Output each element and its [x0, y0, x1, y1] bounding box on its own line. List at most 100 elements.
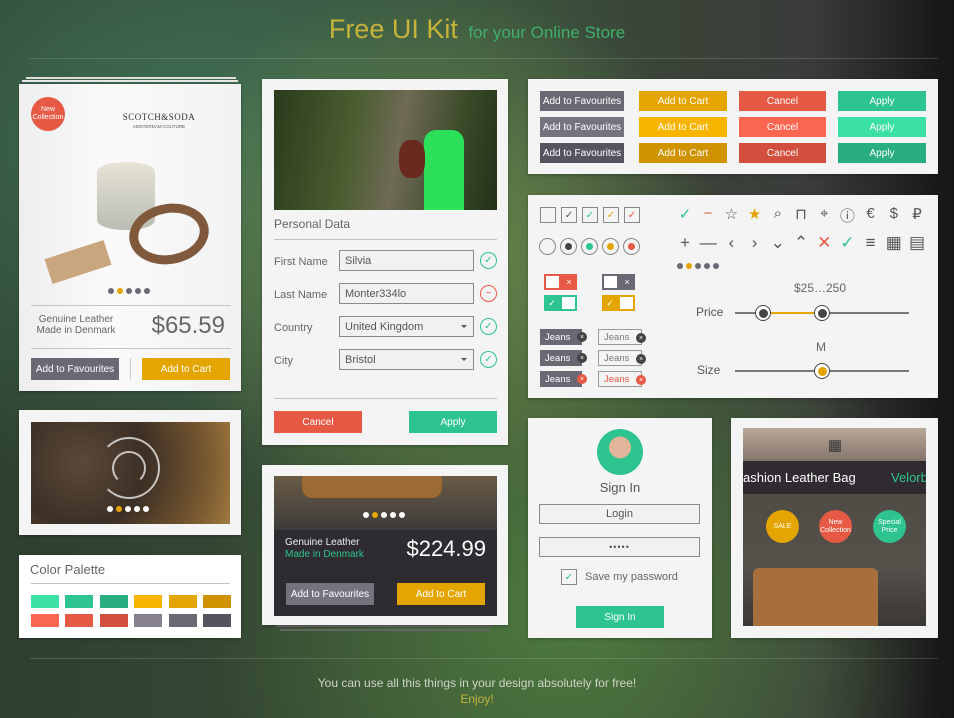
chevron-left-icon[interactable]: ‹	[721, 233, 741, 253]
checkbox-checked[interactable]: ✓	[582, 207, 598, 223]
sign-in-button[interactable]: Sign In	[576, 606, 664, 628]
input-last-name[interactable]: Monter334lo	[339, 283, 474, 304]
carousel-dot[interactable]	[135, 288, 141, 294]
carousel-dot[interactable]	[117, 288, 123, 294]
carousel-dot[interactable]	[381, 512, 387, 518]
menu-icon[interactable]: ≡	[861, 233, 881, 253]
checkbox-checked[interactable]: ✓	[603, 207, 619, 223]
tag-chip-filled[interactable]: Jeans ×	[540, 371, 587, 387]
cart-button-pressed[interactable]: Add to Cart	[639, 143, 727, 163]
carousel-dot[interactable]	[143, 506, 149, 512]
radio-selected[interactable]	[623, 238, 640, 255]
cart-button-hover[interactable]: Add to Cart	[639, 117, 727, 137]
carousel-dot[interactable]	[704, 263, 710, 269]
toggle-on-yellow[interactable]: ✓	[602, 295, 635, 311]
add-to-cart-button[interactable]: Add to Cart	[397, 583, 485, 605]
favourites-button-hover[interactable]: Add to Favourites	[540, 117, 624, 137]
apply-button-default[interactable]: Apply	[838, 91, 926, 111]
radio-selected[interactable]	[581, 238, 598, 255]
ruble-icon[interactable]: ₽	[907, 205, 927, 223]
tag-chip-filled[interactable]: Jeans ×	[540, 329, 587, 345]
toggle-off-gray[interactable]: ×	[602, 274, 635, 290]
carousel-dots[interactable]	[107, 506, 149, 512]
close-icon[interactable]: ✕	[814, 233, 834, 253]
cancel-button-pressed[interactable]: Cancel	[739, 143, 826, 163]
info-icon[interactable]: ⓘ	[837, 205, 857, 226]
grid-filled-icon[interactable]: ▦	[884, 233, 904, 253]
add-to-favourites-button[interactable]: Add to Favourites	[286, 583, 374, 605]
minus-icon[interactable]: —	[698, 233, 718, 253]
check-icon[interactable]: ✓	[837, 233, 857, 253]
carousel-dot[interactable]	[686, 263, 692, 269]
chevron-up-icon[interactable]: ⌃	[791, 233, 811, 253]
toggle-off-red[interactable]: ×	[544, 274, 577, 290]
carousel-dot[interactable]	[390, 512, 396, 518]
carousel-dot[interactable]	[125, 506, 131, 512]
dollar-icon[interactable]: $	[884, 205, 904, 222]
cancel-button-hover[interactable]: Cancel	[739, 117, 826, 137]
checkbox-checked[interactable]: ✓	[624, 207, 640, 223]
add-to-favourites-button[interactable]: Add to Favourites	[31, 358, 119, 380]
grid-outline-icon[interactable]: ▤	[907, 233, 927, 253]
remove-tag-icon[interactable]: ×	[577, 374, 587, 384]
save-password-checkbox[interactable]: ✓	[561, 569, 577, 585]
map-pin-icon[interactable]: ⌖	[814, 205, 834, 222]
radio-selected[interactable]	[602, 238, 619, 255]
carousel-dot[interactable]	[108, 288, 114, 294]
price-max-handle[interactable]	[814, 305, 830, 321]
tag-chip-outline[interactable]: Jeans ×	[598, 329, 646, 345]
select-city[interactable]: Bristol	[339, 349, 474, 370]
price-min-handle[interactable]	[755, 305, 771, 321]
remove-tag-icon[interactable]: ×	[636, 375, 646, 385]
apply-button-hover[interactable]: Apply	[838, 117, 926, 137]
plus-icon[interactable]: +	[675, 233, 695, 253]
carousel-dot[interactable]	[363, 512, 369, 518]
shopping-bag-icon[interactable]: ⊓	[791, 205, 811, 223]
chevron-right-icon[interactable]: ›	[745, 233, 765, 253]
chevron-down-icon[interactable]: ⌄	[768, 233, 788, 253]
apply-button[interactable]: Apply	[409, 411, 497, 433]
toggle-on-green[interactable]: ✓	[544, 295, 577, 311]
apply-button-pressed[interactable]: Apply	[838, 143, 926, 163]
select-country[interactable]: United Kingdom	[339, 316, 474, 337]
remove-tag-icon[interactable]: ×	[577, 332, 587, 342]
cancel-button-default[interactable]: Cancel	[739, 91, 826, 111]
tag-chip-outline[interactable]: Jeans ×	[598, 350, 646, 366]
carousel-dots[interactable]	[677, 263, 719, 269]
tag-chip-filled[interactable]: Jeans ×	[540, 350, 587, 366]
login-input[interactable]: Login	[539, 504, 700, 524]
carousel-dot[interactable]	[677, 263, 683, 269]
grid-menu-icon[interactable]: ▦	[825, 436, 845, 454]
radio-unselected[interactable]	[539, 238, 556, 255]
favourites-button-default[interactable]: Add to Favourites	[540, 91, 624, 111]
carousel-dot[interactable]	[399, 512, 405, 518]
remove-tag-icon[interactable]: ×	[636, 354, 646, 364]
carousel-dot[interactable]	[372, 512, 378, 518]
favourites-button-pressed[interactable]: Add to Favourites	[540, 143, 624, 163]
star-filled-icon[interactable]: ★	[745, 205, 765, 223]
carousel-dot[interactable]	[107, 506, 113, 512]
minus-circle-icon[interactable]: −	[698, 205, 718, 222]
carousel-dot[interactable]	[144, 288, 150, 294]
star-outline-icon[interactable]: ☆	[721, 205, 741, 223]
add-to-cart-button[interactable]: Add to Cart	[142, 358, 230, 380]
cancel-button[interactable]: Cancel	[274, 411, 362, 433]
search-icon[interactable]: ⌕	[768, 205, 788, 222]
carousel-dot[interactable]	[713, 263, 719, 269]
size-handle[interactable]	[814, 363, 830, 379]
checkbox-unchecked[interactable]	[540, 207, 556, 223]
input-first-name[interactable]: Silvia	[339, 250, 474, 271]
euro-icon[interactable]: €	[861, 205, 881, 222]
carousel-dot[interactable]	[126, 288, 132, 294]
tag-chip-outline[interactable]: Jeans ×	[598, 371, 646, 387]
remove-tag-icon[interactable]: ×	[636, 333, 646, 343]
remove-tag-icon[interactable]: ×	[577, 353, 587, 363]
radio-selected[interactable]	[560, 238, 577, 255]
check-circle-icon[interactable]: ✓	[675, 205, 695, 223]
carousel-dot[interactable]	[116, 506, 122, 512]
cart-button-default[interactable]: Add to Cart	[639, 91, 727, 111]
carousel-dots[interactable]	[108, 288, 150, 294]
carousel-dots[interactable]	[363, 512, 405, 518]
carousel-dot[interactable]	[134, 506, 140, 512]
carousel-dot[interactable]	[695, 263, 701, 269]
